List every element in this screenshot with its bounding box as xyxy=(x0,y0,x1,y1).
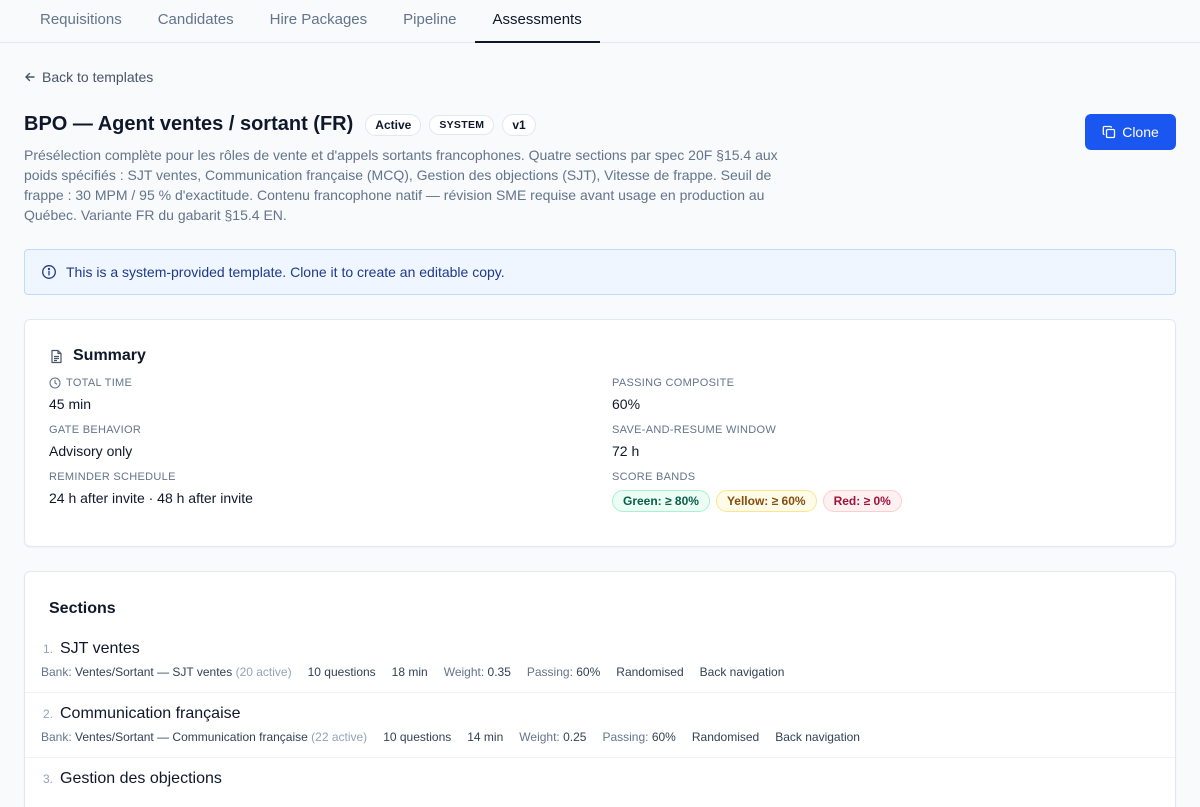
band-red: Red: ≥ 0% xyxy=(822,490,902,512)
section-name: SJT ventes xyxy=(60,640,140,657)
section-questions: 10 questions xyxy=(307,665,376,679)
save-resume-label: SAVE-AND-RESUME WINDOW xyxy=(612,424,777,436)
passing-composite-field: PASSING COMPOSITE 60% xyxy=(612,376,1151,412)
score-bands: Green: ≥ 80% Yellow: ≥ 60% Red: ≥ 0% xyxy=(612,490,1151,512)
passing-composite-value: 60% xyxy=(612,396,641,412)
summary-grid: TOTAL TIME 45 min PASSING COMPOSITE 60% … xyxy=(49,376,1151,512)
back-link-label: Back to templates xyxy=(42,69,154,85)
score-bands-field: SCORE BANDS Green: ≥ 80% Yellow: ≥ 60% R… xyxy=(612,470,1151,512)
section-time: 18 min xyxy=(391,665,428,679)
section-number: 2. xyxy=(42,707,53,721)
band-green: Green: ≥ 80% xyxy=(612,490,710,512)
clone-button-label: Clone xyxy=(1122,124,1159,140)
section-name: Gestion des objections xyxy=(60,770,222,787)
template-header: BPO — Agent ventes / sortant (FR) Active… xyxy=(24,113,1176,225)
main-content: Back to templates BPO — Agent ventes / s… xyxy=(0,43,1200,807)
section-number: 3. xyxy=(42,772,53,786)
summary-title: Summary xyxy=(49,347,1151,365)
sections-title: Sections xyxy=(49,600,116,617)
total-time-label: TOTAL TIME xyxy=(66,377,133,389)
info-banner: This is a system-provided template. Clon… xyxy=(24,249,1176,295)
section-randomised: Randomised xyxy=(616,665,684,679)
copy-icon xyxy=(1102,125,1116,139)
section-time: 14 min xyxy=(467,730,504,744)
template-description: Présélection complète pour les rôles de … xyxy=(24,147,778,223)
arrow-left-icon xyxy=(25,72,35,82)
title-row: BPO — Agent ventes / sortant (FR) Active… xyxy=(24,113,794,136)
passing-composite-label: PASSING COMPOSITE xyxy=(612,377,735,389)
score-bands-label: SCORE BANDS xyxy=(612,471,696,483)
section-meta: Bank: Ventes/Sortant — Communication fra… xyxy=(41,730,1159,744)
reminder-schedule-label: REMINDER SCHEDULE xyxy=(49,471,176,483)
band-yellow: Yellow: ≥ 60% xyxy=(715,490,817,512)
section-weight: Weight: 0.35 xyxy=(443,665,511,679)
section-weight: Weight: 0.25 xyxy=(519,730,587,744)
info-banner-text: This is a system-provided template. Clon… xyxy=(66,264,505,280)
gate-behavior-value: Advisory only xyxy=(49,443,133,459)
reminder-schedule-value: 24 h after invite · 48 h after invite xyxy=(49,490,253,506)
document-icon xyxy=(51,349,62,363)
section-row: 1. SJT ventes Bank: Ventes/Sortant — SJT… xyxy=(25,628,1175,693)
section-bank: Bank: Ventes/Sortant — SJT ventes (20 ac… xyxy=(41,665,292,679)
section-name: Communication française xyxy=(60,705,241,722)
version-badge: v1 xyxy=(502,113,536,136)
section-bank: Bank: Ventes/Sortant — Communication fra… xyxy=(41,730,368,744)
save-resume-value: 72 h xyxy=(612,443,640,459)
section-row: 3. Gestion des objections xyxy=(25,758,1175,801)
section-back-navigation: Back navigation xyxy=(699,665,785,679)
tab-pipeline[interactable]: Pipeline xyxy=(385,0,474,42)
system-badge: SYSTEM xyxy=(429,114,495,135)
total-time-value: 45 min xyxy=(49,396,92,412)
tab-candidates[interactable]: Candidates xyxy=(140,0,252,42)
clone-button[interactable]: Clone xyxy=(1085,114,1176,150)
info-icon xyxy=(42,265,56,279)
section-meta: Bank: Ventes/Sortant — SJT ventes (20 ac… xyxy=(41,665,1159,679)
page-title: BPO — Agent ventes / sortant (FR) xyxy=(24,113,354,135)
total-time-field: TOTAL TIME 45 min xyxy=(49,376,612,412)
reminder-schedule-field: REMINDER SCHEDULE 24 h after invite · 48… xyxy=(49,470,612,512)
summary-title-label: Summary xyxy=(73,347,146,364)
back-to-templates-link[interactable]: Back to templates xyxy=(24,69,153,85)
summary-card: Summary TOTAL TIME 45 min PASSING COMPOS… xyxy=(24,319,1176,547)
status-badge: Active xyxy=(365,113,422,136)
gate-behavior-label: GATE BEHAVIOR xyxy=(49,424,142,436)
tab-requisitions[interactable]: Requisitions xyxy=(22,0,140,42)
section-randomised: Randomised xyxy=(691,730,760,744)
template-header-text: BPO — Agent ventes / sortant (FR) Active… xyxy=(24,113,794,225)
clock-icon xyxy=(49,377,61,389)
sections-card: Sections 1. SJT ventes Bank: Ventes/Sort… xyxy=(24,571,1176,807)
section-passing: Passing: 60% xyxy=(602,730,676,744)
section-row: 2. Communication française Bank: Ventes/… xyxy=(25,693,1175,758)
section-back-navigation: Back navigation xyxy=(775,730,860,744)
section-number: 1. xyxy=(42,642,53,656)
tab-hire-packages[interactable]: Hire Packages xyxy=(252,0,386,42)
top-nav: Requisitions Candidates Hire Packages Pi… xyxy=(0,0,1200,43)
section-passing: Passing: 60% xyxy=(526,665,601,679)
gate-behavior-field: GATE BEHAVIOR Advisory only xyxy=(49,423,612,459)
tab-assessments[interactable]: Assessments xyxy=(474,0,600,43)
save-resume-field: SAVE-AND-RESUME WINDOW 72 h xyxy=(612,423,1151,459)
section-questions: 10 questions xyxy=(383,730,452,744)
